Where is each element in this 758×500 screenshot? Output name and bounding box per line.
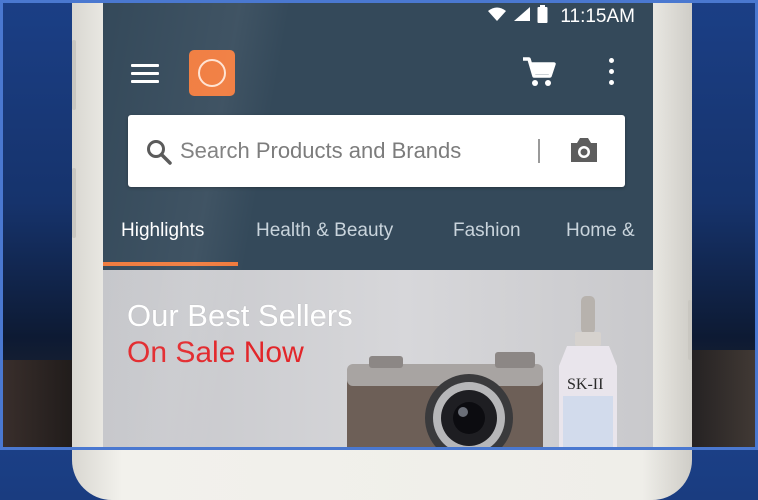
tab-highlights[interactable]: Highlights bbox=[121, 220, 204, 242]
active-tab-indicator bbox=[103, 262, 238, 266]
background-city-left bbox=[0, 360, 80, 450]
search-divider bbox=[538, 139, 540, 163]
phone-power-button bbox=[688, 300, 692, 360]
phone-volume-button bbox=[72, 40, 76, 110]
phone-volume-button bbox=[72, 168, 76, 238]
search-bar[interactable]: Search Products and Brands bbox=[128, 115, 625, 187]
app-screen: 11:15AM Search Products and Brands Highl… bbox=[103, 0, 653, 450]
search-icon bbox=[146, 139, 172, 165]
tab-health-beauty[interactable]: Health & Beauty bbox=[256, 220, 393, 242]
status-bar: 11:15AM bbox=[487, 5, 635, 29]
app-bar bbox=[103, 40, 653, 104]
camera-product-image bbox=[345, 346, 555, 450]
more-vert-icon[interactable] bbox=[609, 58, 615, 86]
app-logo[interactable] bbox=[189, 50, 235, 96]
tab-fashion[interactable]: Fashion bbox=[453, 220, 521, 242]
wifi-icon bbox=[487, 6, 507, 28]
battery-icon bbox=[537, 5, 548, 29]
tab-home[interactable]: Home & bbox=[566, 220, 635, 242]
cart-icon[interactable] bbox=[521, 56, 557, 88]
promo-banner[interactable]: Our Best Sellers On Sale Now SK-II bbox=[103, 270, 653, 450]
menu-icon[interactable] bbox=[131, 64, 159, 84]
status-time: 11:15AM bbox=[560, 6, 635, 27]
camera-icon[interactable] bbox=[568, 135, 600, 165]
search-input[interactable]: Search Products and Brands bbox=[180, 138, 461, 164]
signal-icon bbox=[513, 6, 531, 28]
skii-label: SK-II bbox=[567, 376, 604, 393]
category-tabs: Highlights Health & Beauty Fashion Home … bbox=[103, 206, 653, 266]
skii-product-image: SK-II bbox=[553, 296, 623, 450]
banner-subtitle: On Sale Now bbox=[127, 336, 304, 369]
banner-title: Our Best Sellers bbox=[127, 298, 353, 333]
